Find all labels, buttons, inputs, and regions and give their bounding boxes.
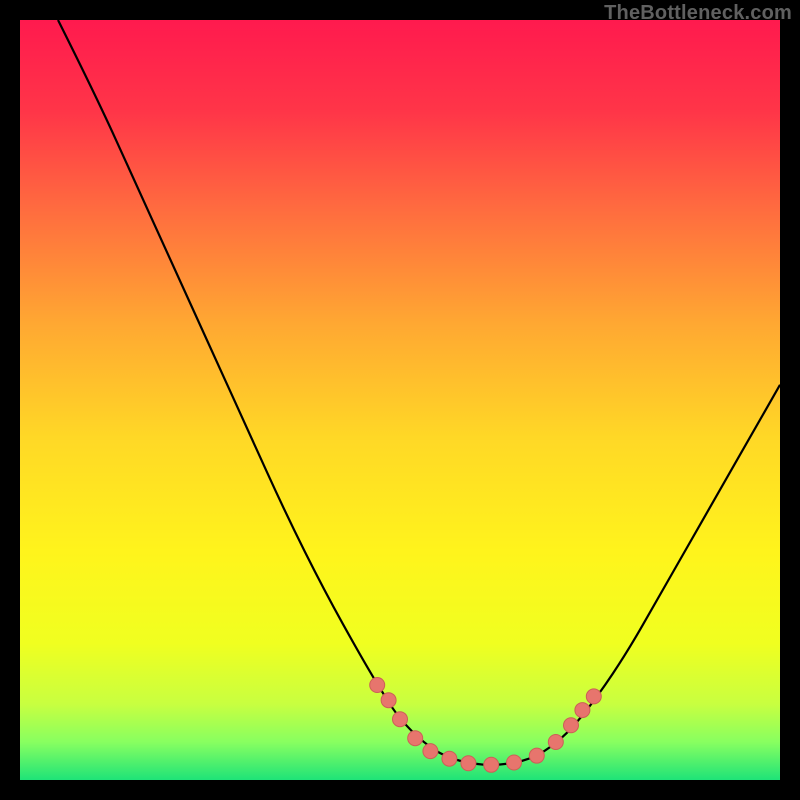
scatter-point <box>381 693 396 708</box>
scatter-point <box>370 678 385 693</box>
scatter-point <box>423 744 438 759</box>
chart-frame: TheBottleneck.com <box>0 0 800 800</box>
chart-svg <box>20 20 780 780</box>
scatter-point <box>507 755 522 770</box>
scatter-point <box>575 703 590 718</box>
gradient-background <box>20 20 780 780</box>
scatter-point <box>564 718 579 733</box>
scatter-point <box>586 689 601 704</box>
scatter-point <box>484 757 499 772</box>
scatter-point <box>461 756 476 771</box>
scatter-point <box>393 712 408 727</box>
attribution-text: TheBottleneck.com <box>604 2 792 25</box>
scatter-point <box>408 731 423 746</box>
scatter-point <box>529 748 544 763</box>
scatter-point <box>548 735 563 750</box>
plot-area <box>20 20 780 780</box>
scatter-point <box>442 751 457 766</box>
